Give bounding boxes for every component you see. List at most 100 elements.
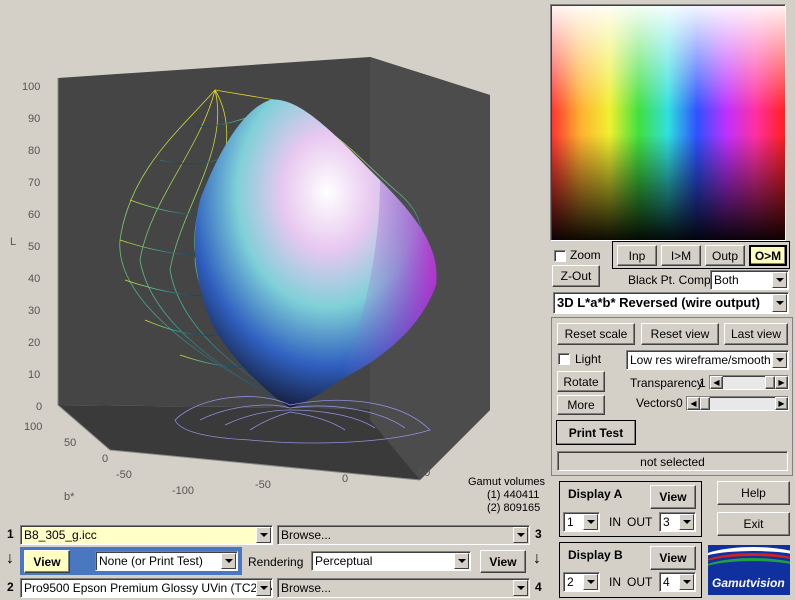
display-b-in-value: 2 (567, 575, 574, 589)
rendering-value: Perceptual (315, 554, 373, 568)
help-button[interactable]: Help (717, 481, 790, 505)
display-a-out-select[interactable]: 3 (659, 512, 696, 532)
exit-button[interactable]: Exit (717, 512, 790, 536)
chevron-down-icon[interactable] (513, 580, 528, 596)
chevron-down-icon[interactable] (772, 294, 787, 312)
status-text: not selected (640, 455, 705, 469)
black-pt-comp-label: Black Pt. Comp. (628, 273, 715, 287)
vectors-value: 0 (676, 396, 683, 410)
light-checkbox[interactable] (558, 353, 570, 365)
display-a-view-button[interactable]: View (650, 485, 696, 509)
chevron-down-icon[interactable] (256, 527, 271, 543)
z-tick: 90 (28, 113, 40, 125)
tab-inp[interactable]: Inp (617, 245, 657, 266)
display-a-out-label: OUT (627, 515, 653, 529)
z-tick: 70 (28, 177, 40, 189)
render-mode-select[interactable]: Low res wireframe/smooth (626, 350, 789, 370)
chevron-down-icon[interactable] (679, 574, 694, 590)
view-left-button[interactable]: View (24, 550, 70, 573)
more-button[interactable]: More (557, 395, 605, 415)
black-pt-comp-select[interactable]: Both (710, 270, 789, 290)
display-a-in-value: 1 (567, 515, 574, 529)
transparency-slider[interactable]: ◀ ▶ (709, 375, 789, 390)
tab-outp[interactable]: Outp (705, 245, 745, 266)
display-a-in-label: IN (609, 515, 621, 529)
chevron-left-icon[interactable]: ◀ (710, 376, 723, 389)
chevron-down-icon[interactable] (583, 514, 598, 530)
reset-scale-button[interactable]: Reset scale (557, 323, 635, 345)
row-number-4: 4 (535, 580, 542, 594)
chevron-down-icon[interactable] (583, 574, 598, 590)
z-tick: 30 (28, 305, 40, 317)
tab-i-to-m[interactable]: I>M (661, 245, 701, 266)
transparency-label: Transparency (630, 376, 703, 390)
z-axis-label: L (10, 236, 16, 248)
row-number-3: 3 (535, 527, 542, 541)
display-b-out-select[interactable]: 4 (659, 572, 696, 592)
chevron-left-icon[interactable]: ◀ (687, 397, 700, 410)
chevron-down-icon[interactable] (221, 553, 236, 569)
gamut-volumes-title: Gamut volumes (468, 476, 546, 488)
chevron-right-icon[interactable]: ▶ (775, 397, 788, 410)
zoom-out-button[interactable]: Z-Out (552, 265, 600, 287)
view-mode-value: 3D L*a*b* Reversed (wire output) (557, 295, 760, 310)
display-b-in-label: IN (609, 575, 621, 589)
chevron-down-icon[interactable] (513, 527, 528, 543)
y-axis-label: b* (64, 491, 75, 500)
output-profile-select[interactable]: Pro9500 Epson Premium Glossy UVin (TC224… (20, 578, 273, 598)
y-tick: 0 (102, 453, 108, 465)
browse-3-value: Browse... (281, 528, 332, 542)
slider-thumb[interactable] (700, 397, 710, 410)
zoom-checkbox[interactable] (554, 250, 566, 262)
print-test-value: None (or Print Test) (99, 554, 203, 568)
gamut-3d-plot[interactable]: L 100 90 80 70 60 50 40 30 20 10 0 100 5… (0, 0, 548, 500)
view-right-button[interactable]: View (480, 550, 526, 573)
display-a-in-select[interactable]: 1 (563, 512, 600, 532)
display-a-out-value: 3 (663, 515, 670, 529)
z-tick: 40 (28, 273, 40, 285)
display-a-title: Display A (568, 487, 623, 501)
reset-view-button[interactable]: Reset view (641, 323, 719, 345)
x-tick: -50 (255, 479, 271, 491)
print-test-select[interactable]: None (or Print Test) (95, 551, 238, 571)
z-tick: 20 (28, 337, 40, 349)
y-tick: 100 (24, 421, 42, 433)
chevron-down-icon[interactable] (772, 272, 787, 288)
arrow-down-icon: ↓ (6, 550, 14, 567)
slider-thumb[interactable] (765, 376, 775, 389)
chevron-down-icon[interactable] (256, 580, 271, 596)
color-map[interactable] (550, 4, 786, 241)
last-view-button[interactable]: Last view (724, 323, 788, 345)
chevron-down-icon[interactable] (454, 553, 469, 569)
view-mode-select[interactable]: 3D L*a*b* Reversed (wire output) (553, 292, 789, 314)
chevron-right-icon[interactable]: ▶ (775, 376, 788, 389)
browse-4-value: Browse... (281, 581, 332, 595)
z-tick: 100 (22, 81, 40, 93)
render-mode-value: Low res wireframe/smooth (630, 353, 771, 367)
chevron-down-icon[interactable] (772, 352, 787, 368)
display-b-out-label: OUT (627, 575, 653, 589)
rendering-label: Rendering (248, 555, 304, 569)
browse-3-select[interactable]: Browse... (277, 525, 530, 545)
black-pt-comp-value: Both (714, 273, 739, 287)
browse-4-select[interactable]: Browse... (277, 578, 530, 598)
status-field: not selected (557, 451, 788, 471)
vectors-label: Vectors (636, 396, 677, 410)
tab-o-to-m[interactable]: O>M (749, 245, 787, 266)
vectors-slider[interactable]: ◀ ▶ (686, 396, 789, 411)
arrow-down-icon: ↓ (533, 550, 541, 567)
x-tick: 50 (418, 467, 430, 479)
rendering-select[interactable]: Perceptual (311, 551, 471, 571)
input-profile-value: B8_305_g.icc (24, 528, 97, 542)
print-test-button[interactable]: Print Test (556, 420, 636, 445)
rotate-button[interactable]: Rotate (557, 371, 605, 392)
chevron-down-icon[interactable] (679, 514, 694, 530)
logo-text: Gamutvision (712, 576, 785, 590)
z-tick: 80 (28, 145, 40, 157)
transparency-value: 1 (699, 376, 706, 390)
x-tick: 0 (342, 473, 348, 485)
input-profile-select[interactable]: B8_305_g.icc (20, 525, 273, 545)
light-label: Light (575, 352, 602, 366)
display-b-view-button[interactable]: View (650, 546, 696, 570)
display-b-in-select[interactable]: 2 (563, 572, 600, 592)
